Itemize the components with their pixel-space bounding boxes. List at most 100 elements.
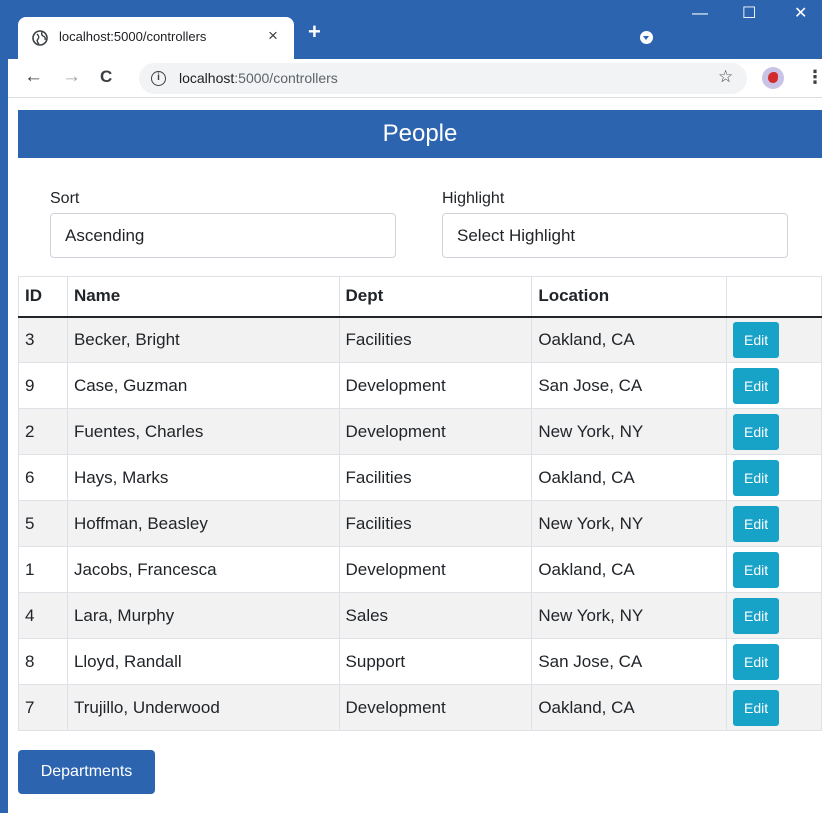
- table-row: 3 Becker, Bright Facilities Oakland, CA Edit: [18, 316, 822, 363]
- column-header-dept: Dept: [338, 276, 533, 318]
- browser-titlebar: localhost:5000/controllers × + — ☐ ✕: [0, 0, 822, 59]
- window-frame: [0, 59, 8, 813]
- cell-dept: Sales: [338, 592, 533, 639]
- cell-name: Hays, Marks: [66, 454, 340, 501]
- cell-location: New York, NY: [531, 592, 728, 639]
- cell-actions: Edit: [726, 638, 822, 685]
- star-icon[interactable]: ☆: [718, 67, 733, 87]
- column-header-id: ID: [18, 276, 68, 318]
- highlight-select[interactable]: Select Highlight: [442, 213, 788, 258]
- cell-id: 5: [18, 500, 68, 547]
- cell-id: 8: [18, 638, 68, 685]
- cell-location: New York, NY: [531, 408, 728, 455]
- page-title: People: [18, 110, 822, 158]
- edit-button[interactable]: Edit: [733, 321, 780, 358]
- cell-name: Hoffman, Beasley: [66, 500, 340, 547]
- table-row: 5 Hoffman, Beasley Facilities New York, NY E…: [18, 500, 822, 547]
- close-window-button[interactable]: ✕: [794, 4, 807, 24]
- column-header-location: Location: [531, 276, 728, 318]
- cell-dept: Development: [338, 546, 533, 593]
- cell-dept: Facilities: [338, 454, 533, 501]
- cell-actions: Edit: [726, 362, 822, 409]
- cell-location: Oakland, CA: [531, 316, 728, 363]
- table-row: 9 Case, Guzman Development San Jose, CA Edit: [18, 362, 822, 409]
- edit-button[interactable]: Edit: [733, 643, 780, 680]
- edit-button[interactable]: Edit: [733, 597, 780, 634]
- cell-actions: Edit: [726, 316, 822, 363]
- cell-name: Jacobs, Francesca: [66, 546, 340, 593]
- tab-title: localhost:5000/controllers: [59, 29, 207, 44]
- cell-actions: Edit: [726, 684, 822, 731]
- cell-actions: Edit: [726, 500, 822, 547]
- highlight-label: Highlight: [442, 190, 505, 207]
- cell-location: New York, NY: [531, 500, 728, 547]
- cell-actions: Edit: [726, 454, 822, 501]
- minimize-button[interactable]: —: [692, 4, 708, 24]
- cell-id: 9: [18, 362, 68, 409]
- cell-id: 6: [18, 454, 68, 501]
- table-row: 2 Fuentes, Charles Development New York, NY…: [18, 408, 822, 455]
- more-menu-icon[interactable]: ⋮: [806, 66, 822, 88]
- forward-arrow-icon[interactable]: →: [62, 66, 81, 88]
- cell-dept: Facilities: [338, 500, 533, 547]
- cell-dept: Support: [338, 638, 533, 685]
- edit-button[interactable]: Edit: [733, 459, 780, 496]
- edit-button[interactable]: Edit: [733, 413, 780, 450]
- reload-icon[interactable]: C: [100, 66, 112, 88]
- sort-select-value: Ascending: [65, 226, 145, 245]
- maximize-button[interactable]: ☐: [742, 4, 756, 24]
- sort-label: Sort: [50, 190, 80, 207]
- table-row: 1 Jacobs, Francesca Development Oakland, CA…: [18, 546, 822, 593]
- globe-icon: [32, 30, 48, 46]
- browser-tab[interactable]: localhost:5000/controllers ×: [18, 17, 294, 59]
- tab-search-icon[interactable]: [640, 31, 653, 44]
- back-arrow-icon[interactable]: ←: [24, 66, 43, 88]
- cell-id: 2: [18, 408, 68, 455]
- edit-button[interactable]: Edit: [733, 551, 780, 588]
- table-row: 6 Hays, Marks Facilities Oakland, CA Edit: [18, 454, 822, 501]
- column-header-name: Name: [66, 276, 340, 318]
- cell-location: San Jose, CA: [531, 638, 728, 685]
- highlight-select-value: Select Highlight: [457, 226, 576, 245]
- table-row: 4 Lara, Murphy Sales New York, NY Edit: [18, 592, 822, 639]
- browser-toolbar: ← → C i localhost:5000/controllers ☆ ⋮: [8, 59, 822, 98]
- table-row: 7 Trujillo, Underwood Development Oakland, …: [18, 684, 822, 731]
- cell-actions: Edit: [726, 592, 822, 639]
- sort-select[interactable]: Ascending: [50, 213, 396, 258]
- people-table: ID Name Dept Location 3 Becker, Bright Fac…: [18, 276, 822, 731]
- cell-location: Oakland, CA: [531, 546, 728, 593]
- cell-id: 4: [18, 592, 68, 639]
- avatar[interactable]: [762, 67, 784, 89]
- cell-name: Case, Guzman: [66, 362, 340, 409]
- cell-dept: Development: [338, 684, 533, 731]
- plus-icon[interactable]: +: [308, 21, 321, 43]
- url-path: :5000/controllers: [234, 70, 338, 86]
- table-row: 8 Lloyd, Randall Support San Jose, CA Edit: [18, 638, 822, 685]
- cell-id: 7: [18, 684, 68, 731]
- address-bar[interactable]: i localhost:5000/controllers: [139, 63, 747, 94]
- cell-name: Lloyd, Randall: [66, 638, 340, 685]
- cell-name: Becker, Bright: [66, 316, 340, 363]
- table-header-row: ID Name Dept Location: [18, 276, 822, 318]
- edit-button[interactable]: Edit: [733, 505, 780, 542]
- cell-id: 1: [18, 546, 68, 593]
- cell-id: 3: [18, 316, 68, 363]
- close-icon[interactable]: ×: [268, 26, 278, 46]
- cell-dept: Development: [338, 408, 533, 455]
- cell-actions: Edit: [726, 408, 822, 455]
- edit-button[interactable]: Edit: [733, 367, 780, 404]
- cell-name: Fuentes, Charles: [66, 408, 340, 455]
- info-icon[interactable]: i: [151, 71, 166, 86]
- column-header-actions: [726, 276, 822, 318]
- cell-location: Oakland, CA: [531, 454, 728, 501]
- cell-name: Lara, Murphy: [66, 592, 340, 639]
- url-host: localhost: [179, 70, 235, 86]
- cell-dept: Facilities: [338, 316, 533, 363]
- cell-actions: Edit: [726, 546, 822, 593]
- cell-location: San Jose, CA: [531, 362, 728, 409]
- url-text: localhost:5000/controllers: [179, 70, 338, 86]
- departments-button[interactable]: Departments: [18, 750, 155, 794]
- cell-name: Trujillo, Underwood: [66, 684, 340, 731]
- edit-button[interactable]: Edit: [733, 689, 780, 726]
- cell-dept: Development: [338, 362, 533, 409]
